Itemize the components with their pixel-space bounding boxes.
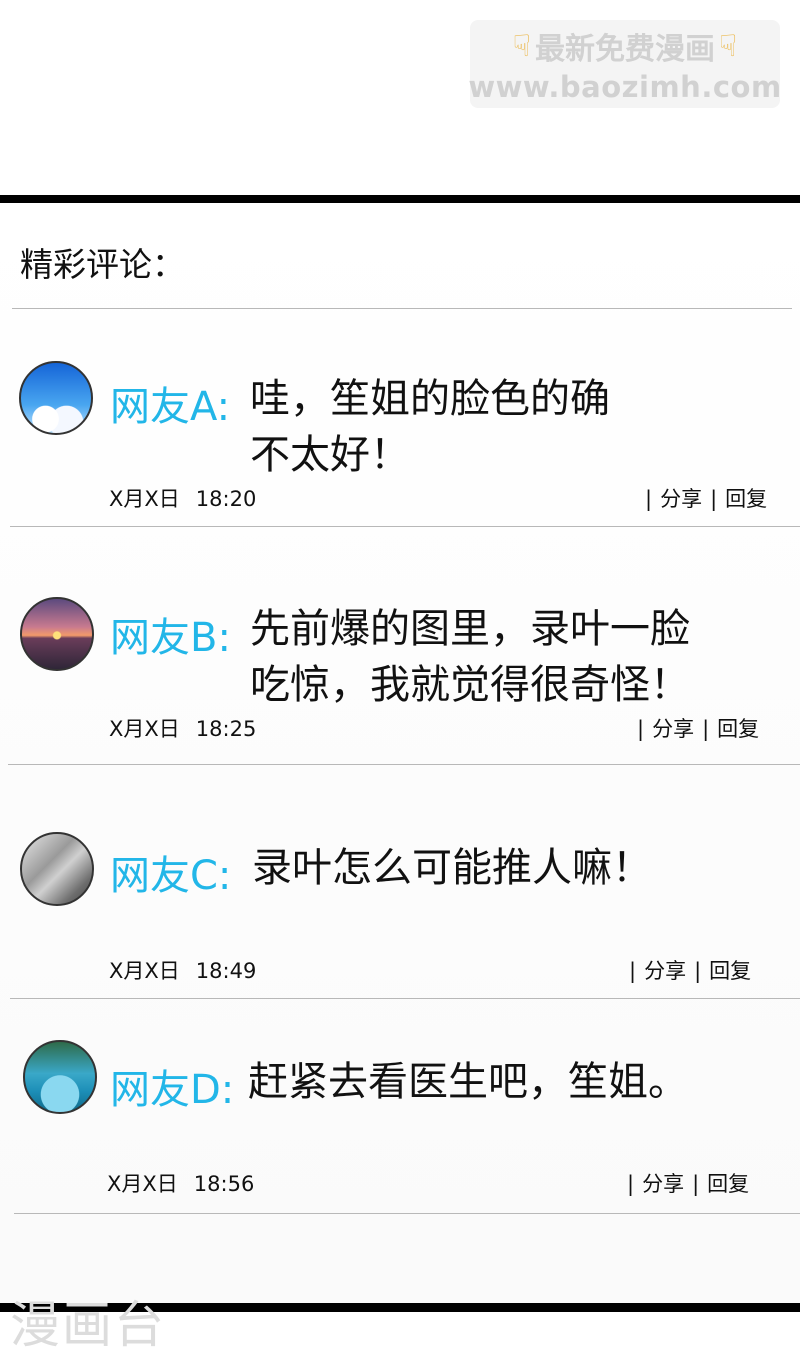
comment-time: 18:25 <box>195 717 257 741</box>
avatar[interactable] <box>20 597 94 671</box>
comment-divider <box>10 998 800 999</box>
top-divider-bar <box>0 195 800 203</box>
comment-date: X月X日 <box>109 487 180 511</box>
comment-divider <box>8 764 800 765</box>
reply-button[interactable]: 回复 <box>717 717 759 741</box>
comment-username[interactable]: 网友A: <box>110 374 230 432</box>
reply-button[interactable]: 回复 <box>707 1172 749 1196</box>
comment-actions: | 分享 | 回复 <box>637 717 760 741</box>
comment-text-line: 不太好！ <box>250 432 410 478</box>
comment-actions: | 分享 | 回复 <box>629 959 752 983</box>
section-title: 精彩评论： <box>20 245 185 284</box>
comments-panel <box>0 203 800 1303</box>
comment-username[interactable]: 网友D: <box>110 1057 234 1115</box>
comment-timestamp: X月X日 18:20 <box>109 483 256 513</box>
share-button[interactable]: 分享 <box>642 1172 684 1196</box>
share-button[interactable]: 分享 <box>644 959 686 983</box>
comment-text-line: 先前爆的图里，录叶一脸 <box>250 606 690 652</box>
brand-watermark: 漫画台 <box>10 1296 166 1354</box>
reply-button[interactable]: 回复 <box>709 959 751 983</box>
comment-username[interactable]: 网友C: <box>110 843 231 901</box>
avatar[interactable] <box>23 1040 97 1114</box>
avatar[interactable] <box>19 361 93 435</box>
comment-text-line: 哇，笙姐的脸色的确 <box>250 376 610 422</box>
watermark-url: www.baozimh.com <box>468 70 782 104</box>
title-divider <box>12 308 792 309</box>
reply-button[interactable]: 回复 <box>725 487 767 511</box>
share-button[interactable]: 分享 <box>660 487 702 511</box>
comment-time: 18:56 <box>193 1172 255 1196</box>
comment-timestamp: X月X日 18:49 <box>109 955 256 985</box>
share-button[interactable]: 分享 <box>652 717 694 741</box>
comment-date: X月X日 <box>109 717 180 741</box>
comment-username[interactable]: 网友B: <box>110 605 231 663</box>
comment-text-line: 吃惊，我就觉得很奇怪！ <box>250 662 690 708</box>
comment-divider <box>10 526 800 527</box>
comment-date: X月X日 <box>109 959 180 983</box>
comment-date: X月X日 <box>107 1172 178 1196</box>
comment-actions: | 分享 | 回复 <box>627 1172 750 1196</box>
avatar[interactable] <box>20 832 94 906</box>
comment-divider <box>14 1213 800 1214</box>
pointing-down-hand-icon: ☟ <box>719 28 738 64</box>
watermark-title-row: ☟ 最新免费漫画 ☟ <box>513 24 738 68</box>
comment-timestamp: X月X日 18:25 <box>109 713 256 743</box>
pointing-down-hand-icon: ☟ <box>512 28 531 64</box>
comment-timestamp: X月X日 18:56 <box>107 1168 254 1198</box>
comment-actions: | 分享 | 回复 <box>645 487 768 511</box>
site-watermark: ☟ 最新免费漫画 ☟ www.baozimh.com <box>468 20 782 108</box>
watermark-title: 最新免费漫画 <box>535 32 715 67</box>
comment-text-line: 录叶怎么可能推人嘛！ <box>252 845 652 891</box>
comment-text-line: 赶紧去看医生吧，笙姐。 <box>248 1059 688 1105</box>
comment-time: 18:49 <box>195 959 257 983</box>
comment-time: 18:20 <box>195 487 257 511</box>
